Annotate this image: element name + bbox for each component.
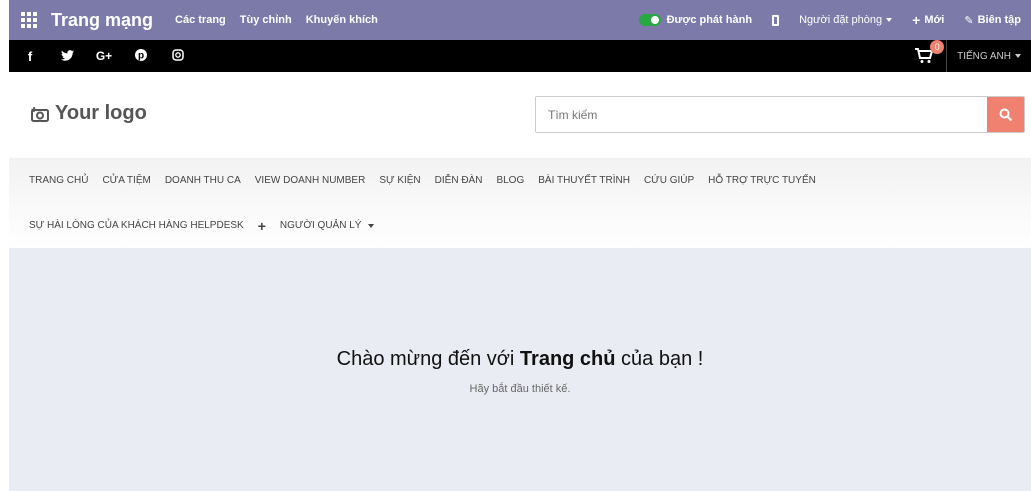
nav-item-help[interactable]: CỨU GIÚP [644,175,694,186]
menu-promote[interactable]: Khuyến khích [306,14,378,26]
facebook-icon[interactable]: f [21,49,39,64]
search-button[interactable] [987,97,1024,132]
welcome-bold: Trang chủ [519,348,616,370]
menu-pages[interactable]: Các trang [175,14,226,26]
svg-text:p: p [138,50,144,61]
nav-row-1: TRANG CHỦ CỬA TIỆM DOANH THU CA VIEW DOA… [9,158,1031,203]
nav-row-2: SỰ HÀI LÒNG CỦA KHÁCH HÀNG HELPDESK + NG… [9,203,1031,248]
search-input[interactable] [536,97,987,132]
booking-dropdown[interactable]: Người đặt phòng [799,14,893,26]
search-bar [535,96,1025,133]
mobile-preview-button[interactable] [772,14,780,26]
welcome-suffix: của bạn ! [615,348,704,370]
welcome-subtext: Hãy bắt đầu thiết kế. [469,383,571,395]
twitter-icon[interactable] [58,49,76,64]
apps-grid-icon[interactable] [21,12,37,28]
google-plus-icon[interactable]: G+ [95,49,113,63]
toggle-switch-icon[interactable] [638,14,661,26]
shopping-cart-button[interactable]: 0 [914,40,945,64]
plus-icon: + [912,12,921,28]
site-logo[interactable]: Your logo [31,102,147,125]
camera-icon [31,106,49,122]
new-label: Mới [924,14,945,26]
admin-bar: Trang mạng Các trang Tùy chỉnh Khuyến kh… [9,0,1031,40]
nav-item-helpdesk[interactable]: SỰ HÀI LÒNG CỦA KHÁCH HÀNG HELPDESK [29,220,244,231]
caret-down-icon [368,224,375,228]
nav-item-manager[interactable]: NGƯỜI QUẢN LÝ [279,220,375,231]
admin-brand[interactable]: Trang mạng [51,10,153,31]
site-header: Your logo [9,72,1031,158]
nav-item-forum[interactable]: DIỄN ĐÀN [435,175,483,186]
instagram-icon[interactable] [169,48,187,64]
caret-down-icon [1015,54,1021,58]
edit-label: Biên tập [977,14,1021,26]
nav-item-home[interactable]: TRANG CHỦ [29,175,88,186]
published-toggle[interactable]: Được phát hành [638,14,753,26]
published-label: Được phát hành [666,14,753,26]
edit-button[interactable]: ✎ Biên tập [964,14,1021,27]
nav-item-shop[interactable]: CỬA TIỆM [102,175,150,186]
nav-item-events[interactable]: SỰ KIỆN [379,175,420,186]
pencil-icon: ✎ [964,14,974,27]
welcome-prefix: Chào mừng đến với [336,348,520,370]
manager-label: NGƯỜI QUẢN LÝ [279,220,362,231]
caret-down-icon [886,18,893,22]
booking-label: Người đặt phòng [799,14,883,26]
language-label: TIẾNG ANH [957,50,1011,62]
main-nav: TRANG CHỦ CỬA TIỆM DOANH THU CA VIEW DOA… [9,158,1031,248]
pinterest-icon[interactable]: p [132,48,150,64]
search-icon [999,108,1012,121]
nav-item-presentation[interactable]: BÀI THUYẾT TRÌNH [538,175,630,186]
logo-text: Your logo [55,102,147,124]
welcome-heading: Chào mừng đến với Trang chủ của bạn ! [9,348,1031,371]
nav-item-view-revenue[interactable]: VIEW DOANH NUMBER [255,175,366,186]
nav-item-online-support[interactable]: HỖ TRỢ TRỰC TUYẾN [708,175,816,186]
nav-item-revenue[interactable]: DOANH THU CA [165,175,241,186]
main-content: Chào mừng đến với Trang chủ của bạn ! Hã… [9,248,1031,491]
social-bar: f G+ p 0 TIẾNG ANH [9,40,1031,72]
cart-count-badge: 0 [930,40,945,54]
mobile-icon [772,14,780,26]
language-selector[interactable]: TIẾNG ANH [946,40,1031,72]
menu-customize[interactable]: Tùy chỉnh [240,14,292,26]
nav-item-blog[interactable]: BLOG [496,175,524,186]
new-button[interactable]: + Mới [912,12,944,28]
add-menu-icon[interactable]: + [258,218,266,234]
